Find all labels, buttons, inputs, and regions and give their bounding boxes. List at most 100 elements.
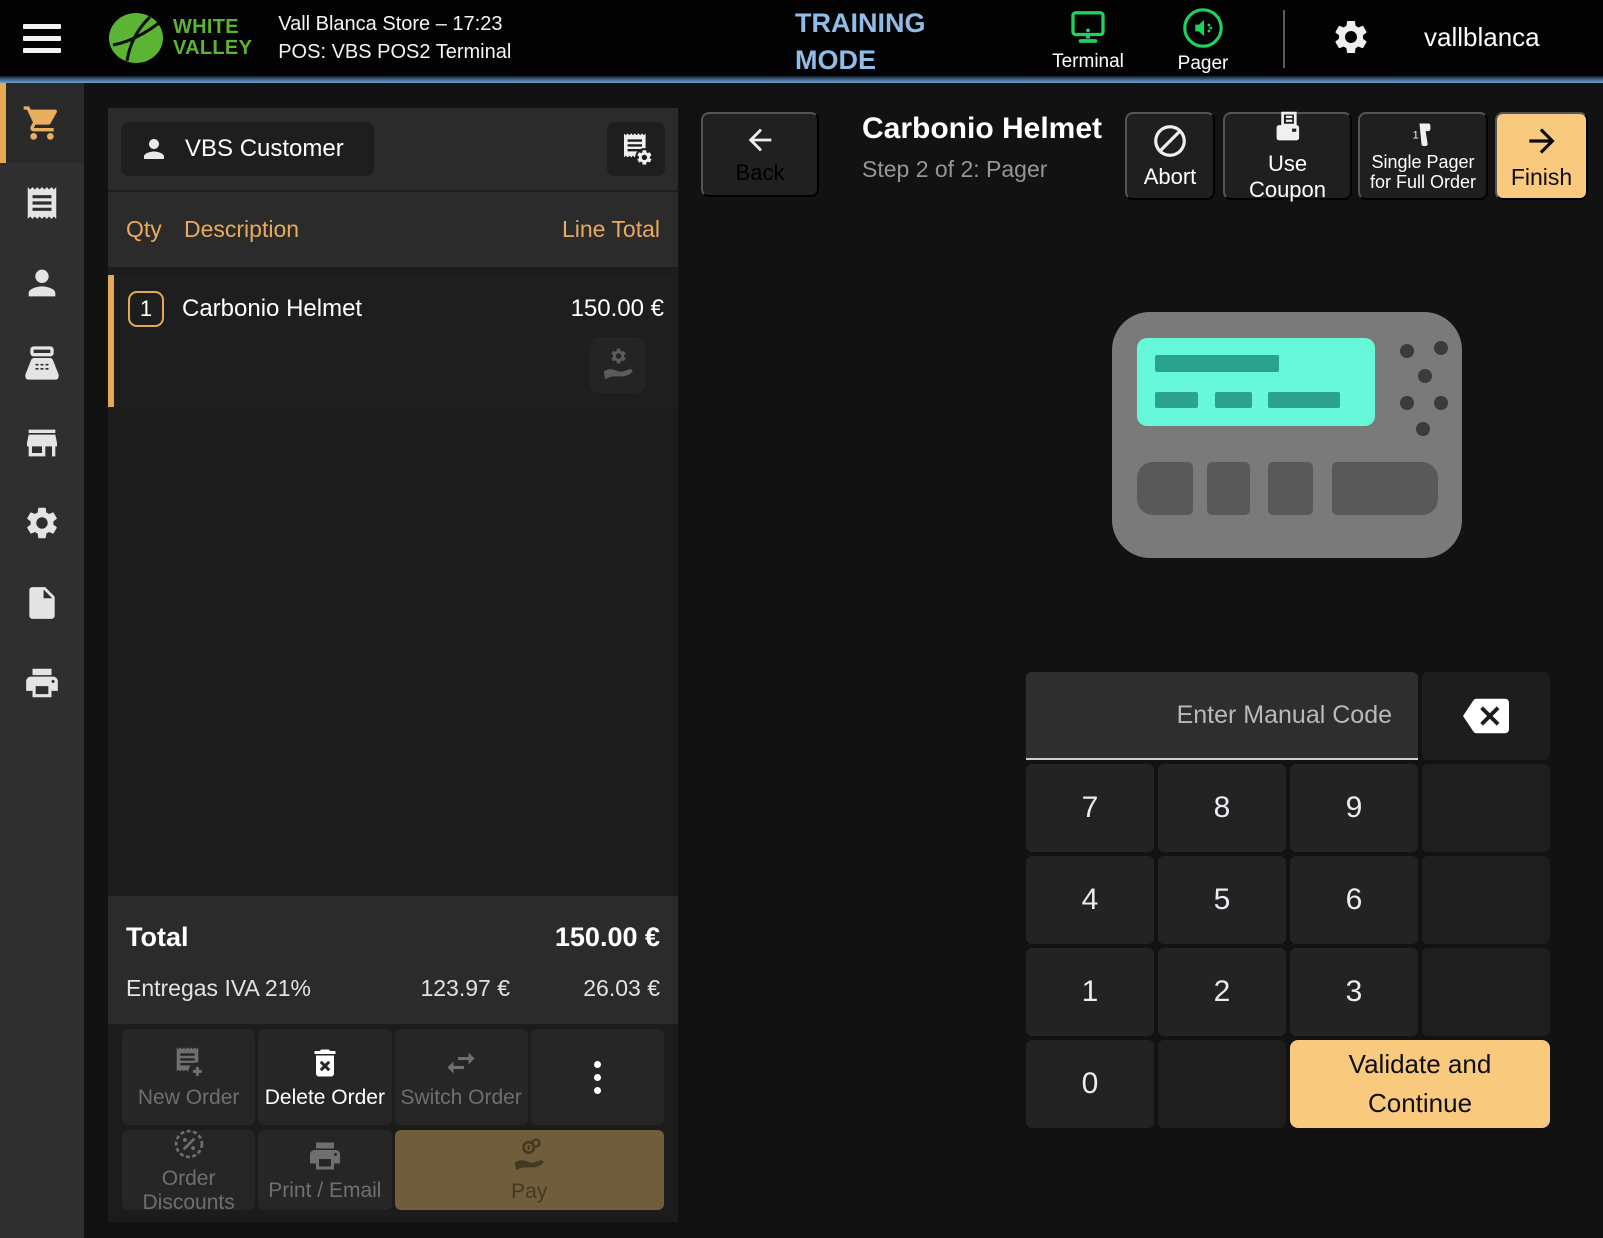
terminal-status[interactable]: Terminal (1035, 7, 1141, 73)
customer-row: VBS Customer (108, 108, 678, 190)
sidebar-item-cash-register[interactable] (0, 323, 84, 403)
username[interactable]: vallblanca (1424, 22, 1540, 53)
pager-speaker-dot (1400, 396, 1414, 410)
manual-code-input[interactable] (1026, 672, 1418, 760)
keypad-key-9[interactable]: 9 (1290, 764, 1418, 852)
keypad-empty-cell (1422, 856, 1550, 944)
keypad-key-5[interactable]: 5 (1158, 856, 1286, 944)
pager-button (1268, 462, 1313, 515)
pos-app: WHITE VALLEY Vall Blanca Store – 17:23 P… (0, 0, 1603, 1238)
menu-icon[interactable] (0, 24, 84, 53)
back-button[interactable]: Back (701, 112, 819, 197)
workflow-title: Carbonio Helmet (862, 112, 1122, 146)
order-settings-button[interactable] (607, 122, 665, 176)
delete-order-button[interactable]: Delete Order (258, 1029, 391, 1125)
workflow-step-subtitle: Step 2 of 2: Pager (862, 156, 1122, 183)
description-column-header: Description (184, 216, 562, 243)
settings-gear-icon[interactable] (1331, 17, 1371, 57)
header-accent-line (0, 76, 1603, 83)
sidebar-item-print-station[interactable] (0, 643, 84, 723)
sidebar-item-sale-cart[interactable] (0, 83, 84, 163)
finish-button[interactable]: Finish (1495, 112, 1588, 200)
sidebar-item-orders[interactable] (0, 163, 84, 243)
keypad-key-0[interactable]: 0 (1026, 1040, 1154, 1128)
tax-amount-value: 26.03 € (510, 975, 660, 1002)
sidebar-item-settings[interactable] (0, 483, 84, 563)
validate-continue-button[interactable]: Validate and Continue (1290, 1040, 1550, 1128)
receipt-gear-icon (618, 131, 654, 167)
more-actions-button[interactable] (531, 1029, 664, 1125)
sidebar-item-store[interactable] (0, 403, 84, 483)
order-line-selected[interactable]: 1 Carbonio Helmet 150.00 € (108, 275, 678, 407)
settings-icon (23, 504, 61, 542)
keypad-key-1[interactable]: 1 (1026, 948, 1154, 1036)
keypad-empty-cell (1158, 1040, 1286, 1128)
terminal-monitor-icon (1066, 7, 1110, 47)
pager-speaker-dot (1400, 344, 1414, 358)
pager-label: Pager (1178, 53, 1229, 75)
order-panel: VBS Customer Qty Description Line Total (108, 108, 678, 1222)
sidebar-item-customers[interactable] (0, 243, 84, 323)
workflow-title-block: Carbonio Helmet Step 2 of 2: Pager (862, 112, 1122, 183)
backspace-icon (1463, 693, 1509, 739)
hand-gear-icon (599, 346, 637, 384)
line-service-button[interactable] (590, 337, 646, 393)
cart-icon (22, 103, 62, 143)
arrow-forward-icon (1523, 122, 1561, 160)
use-coupon-button[interactable]: Use Coupon (1223, 112, 1352, 200)
pager-device-illustration (1112, 312, 1462, 558)
terminal-label: Terminal (1052, 51, 1124, 73)
sidebar-item-documents[interactable] (0, 563, 84, 643)
arrow-back-icon (743, 123, 777, 157)
line-total-value: 150.00 € (571, 295, 664, 323)
print-email-button[interactable]: Print / Email (258, 1130, 391, 1210)
pager-speaker-dot (1434, 396, 1448, 410)
line-qty-badge: 1 (128, 291, 164, 327)
new-order-button[interactable]: New Order (122, 1029, 255, 1125)
swap-receipts-icon (443, 1045, 479, 1081)
keypad-empty-cell (1422, 948, 1550, 1036)
brand-logo-text: WHITE VALLEY (173, 17, 252, 59)
line-description: Carbonio Helmet (182, 295, 553, 323)
scanner-gun-icon: 1 (1406, 120, 1440, 150)
brand-logo-mark-icon (108, 12, 164, 64)
order-table-header: Qty Description Line Total (108, 190, 678, 267)
customer-icon (139, 134, 169, 164)
coupon-printer-icon (1269, 109, 1307, 147)
header-divider (1283, 10, 1285, 68)
customer-button[interactable]: VBS Customer (121, 122, 374, 176)
top-header: WHITE VALLEY Vall Blanca Store – 17:23 P… (0, 0, 1603, 76)
pay-button[interactable]: Pay (395, 1130, 665, 1210)
printer-icon (307, 1138, 343, 1174)
pager-status[interactable]: Pager (1160, 7, 1246, 75)
training-mode-badge: TRAINING MODE (795, 5, 965, 79)
pager-button (1332, 462, 1438, 515)
customers-icon (22, 263, 62, 303)
keypad-key-2[interactable]: 2 (1158, 948, 1286, 1036)
keypad-key-4[interactable]: 4 (1026, 856, 1154, 944)
keypad-key-8[interactable]: 8 (1158, 764, 1286, 852)
abort-button[interactable]: Abort (1125, 112, 1215, 200)
block-icon (1151, 122, 1189, 160)
keypad-key-6[interactable]: 6 (1290, 856, 1418, 944)
pager-button (1137, 462, 1193, 515)
pager-button (1207, 462, 1250, 515)
keypad-key-7[interactable]: 7 (1026, 764, 1154, 852)
order-discounts-button[interactable]: Order Discounts (122, 1130, 255, 1210)
sidebar-nav (0, 83, 84, 1238)
single-pager-button[interactable]: 1 Single Pager for Full Order (1358, 112, 1488, 200)
backspace-key[interactable] (1422, 672, 1550, 760)
orders-receipt-icon (23, 184, 61, 222)
keypad-empty-cell (1422, 764, 1550, 852)
store-name-time: Vall Blanca Store – 17:23 (278, 10, 511, 38)
total-value: 150.00 € (555, 922, 660, 953)
print-station-icon (23, 664, 61, 702)
switch-order-button[interactable]: Switch Order (395, 1029, 528, 1125)
tax-label: Entregas IVA 21% (126, 975, 330, 1002)
store-info: Vall Blanca Store – 17:23 POS: VBS POS2 … (278, 10, 511, 66)
keypad-key-3[interactable]: 3 (1290, 948, 1418, 1036)
total-label: Total (126, 922, 189, 953)
qty-column-header: Qty (126, 216, 184, 243)
receipt-plus-icon (171, 1045, 207, 1081)
pager-speaker-dot (1418, 369, 1432, 383)
